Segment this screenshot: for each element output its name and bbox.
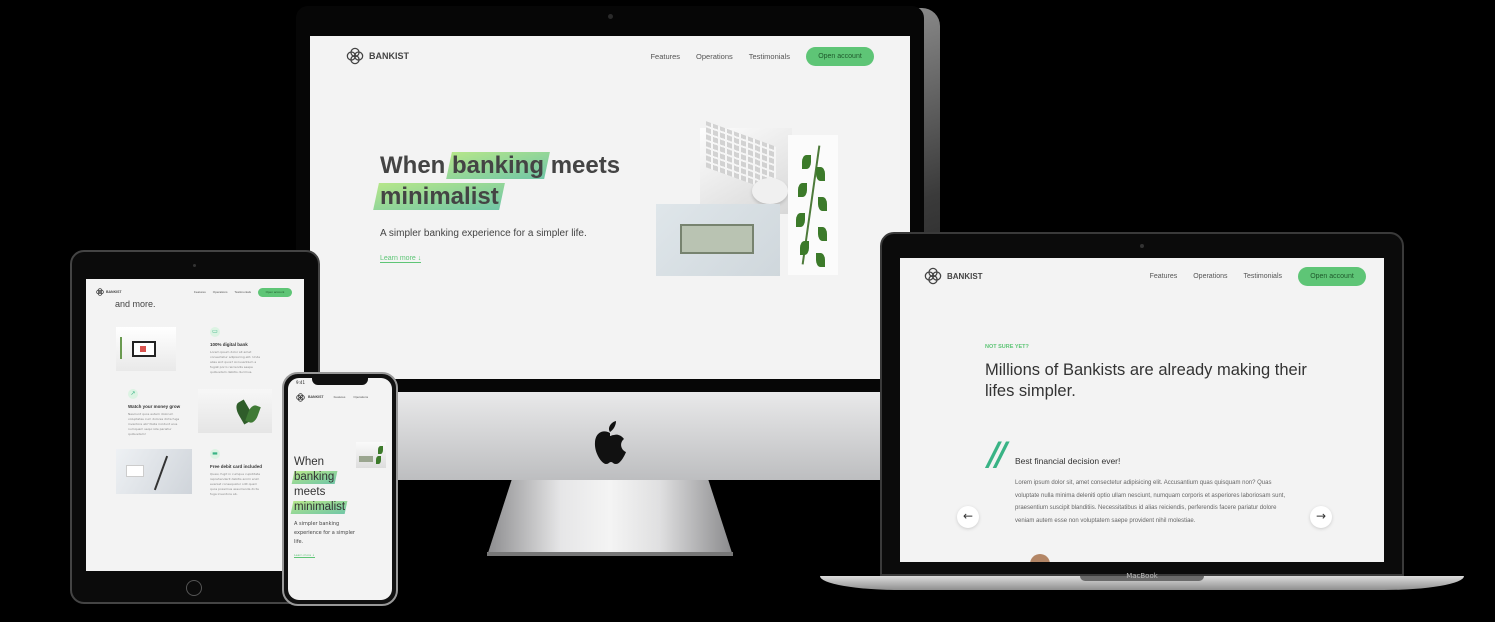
apple-logo-icon [594,421,626,464]
imac-stand [487,480,733,556]
imac-stand-base [487,552,733,556]
phone-notch [312,377,368,385]
feature-text: Lorem ipsum dolor sit amet consectetur a… [210,350,261,374]
learn-more-link[interactable]: Learn more ↓ [380,255,422,263]
nav-link-operations[interactable]: Operations [1193,273,1227,280]
mouse-image [752,178,788,204]
open-account-button[interactable]: Open account [1298,266,1366,286]
logo-text: BANKIST [947,271,983,281]
logo-text: BANKIST [369,51,409,61]
laptop-navbar: BANKIST Features Operations Testimonials… [924,266,1366,286]
nav-link-features[interactable]: Features [650,52,680,61]
section-heading: Millions of Bankists are already making … [985,361,1307,400]
dollar-bill [680,224,754,254]
nav-link-features[interactable]: Features [1150,273,1178,280]
section-tag: NOT SURE YET? [985,344,1029,350]
imac-navbar: BANKIST Features Operations Testimonials… [346,46,874,66]
testimonial-title: Best financial decision ever! [1015,456,1121,466]
nav-link-testimonials[interactable]: Testimonials [749,52,790,61]
feature-text: Nesciunt quos autem dolorum voluptates c… [128,412,180,436]
section-heading-tail: and more. [115,299,156,309]
nav-link-operations[interactable]: Operations [353,395,368,399]
credit-card-icon: ▬ [210,449,220,459]
tablet-camera [193,264,196,267]
trending-up-icon: ↗ [128,389,138,399]
phone-status-time: 9:41 [296,380,305,385]
feature-image-card [116,449,192,494]
logo-text: BANKIST [106,290,122,294]
plant-image [788,135,838,275]
hero-title-word: When [380,152,446,179]
feature-title: Free debit card included [210,464,263,469]
macbook-label: MacBook [1126,572,1158,580]
open-account-button[interactable]: Open account [806,46,874,66]
hero-highlight-banking: banking [452,152,545,179]
monitor-icon: ▭ [210,327,220,337]
testimonial-text: Lorem ipsum dolor sit, amet consectetur … [1015,480,1286,524]
nav-link-operations[interactable]: Operations [213,290,228,294]
imac-camera [608,14,613,19]
hero-highlight-banking: banking [294,471,335,483]
nav-link-operations[interactable]: Operations [696,52,733,61]
feature-text: Quasi, fugit in cumque cupiditate repreh… [210,472,261,496]
open-account-button[interactable]: Open account [258,287,292,297]
slider-prev-button[interactable]: ← [957,506,979,528]
phone-navbar: BANKIST Features Operations [296,392,388,402]
hero-highlight-minimalist: minimalist [294,501,346,513]
bankist-logo-icon [346,47,364,65]
tablet-screen: BANKIST Features Operations Testimonials… [86,279,304,571]
hero-highlight-minimalist: minimalist [380,183,499,210]
hero-title-word: meets [550,152,621,179]
feature-image-plant [198,389,272,433]
hero-subtitle: A simpler banking experience for a simpl… [380,228,587,239]
phone-hero-title: When banking meets minimalist [294,456,346,513]
quote-mark-icon: // [988,435,1007,473]
laptop-camera [1140,244,1144,248]
bankist-logo-icon [96,288,104,296]
logo-text: BANKIST [308,395,324,399]
slider-next-button[interactable]: → [1310,506,1332,528]
bankist-logo-icon [924,267,942,285]
bankist-logo-icon [296,392,305,402]
nav-link-testimonials[interactable]: Testimonials [234,290,251,294]
feature-title: 100% digital bank [210,342,248,347]
hero-title: When banking meets minimalist [380,150,650,212]
feature-image-digital [116,327,176,371]
nav-link-features[interactable]: Features [194,290,206,294]
tablet-home-button[interactable] [186,580,202,596]
nav-link-features[interactable]: Features [334,395,346,399]
phone-hero-subtitle: A simpler banking experience for a simpl… [294,521,355,545]
learn-more-link[interactable]: Learn more ↓ [294,553,315,558]
feature-title: Watch your money grow [128,404,181,409]
tablet-navbar: BANKIST Features Operations Testimonials… [96,287,292,297]
nav-link-testimonials[interactable]: Testimonials [1243,273,1282,280]
